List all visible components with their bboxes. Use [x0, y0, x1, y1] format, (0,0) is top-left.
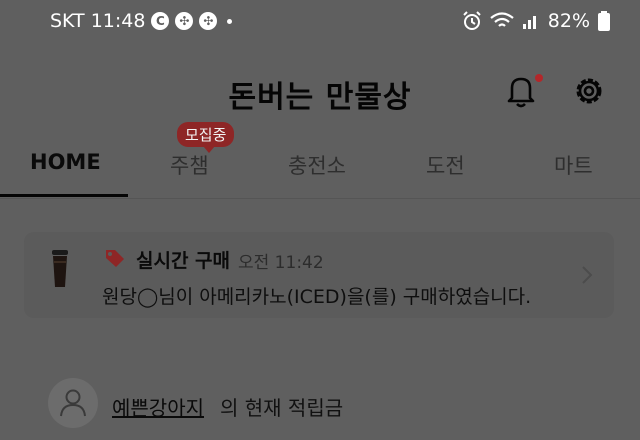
- app-title: 돈버는 만물상: [228, 80, 412, 115]
- tab-charging-station[interactable]: 충전소: [288, 150, 346, 180]
- c-icon: C: [151, 12, 170, 30]
- realtime-title: 실시간 구매: [136, 250, 231, 272]
- status-bar: SKT 11:48 C ✣ ✣ 82%: [0, 0, 640, 44]
- tab-bar: HOME 주챔 충전소 도전 마트: [0, 136, 640, 199]
- signal-icon: [522, 16, 536, 29]
- price-tag-icon: [106, 250, 124, 267]
- realtime-time: 오전 11:42: [238, 253, 324, 273]
- notification-bell-icon[interactable]: [506, 74, 536, 108]
- tab-mart[interactable]: 마트: [554, 150, 593, 180]
- points-row: 예쁜강아지 의 현재 적립금: [48, 378, 608, 430]
- status-right: 82%: [462, 10, 610, 32]
- avatar[interactable]: [48, 378, 98, 428]
- tab-home[interactable]: HOME: [30, 150, 101, 174]
- user-icon: [60, 389, 86, 417]
- tab-jucham[interactable]: 주챔: [170, 150, 209, 180]
- alarm-icon: [463, 11, 481, 30]
- wifi-icon: [490, 12, 514, 27]
- notification-badge: [535, 74, 543, 82]
- carrier-time: SKT 11:48: [50, 10, 146, 32]
- chevron-right-icon[interactable]: [580, 264, 594, 286]
- notification-dot-icon: [227, 18, 233, 24]
- tab-challenge[interactable]: 도전: [426, 150, 465, 180]
- active-tab-indicator: [0, 194, 128, 197]
- realtime-message: 원당◯님이 아메리카노(ICED)을(를) 구매하였습니다.: [102, 286, 532, 308]
- battery-percent: 82%: [547, 10, 590, 32]
- pinwheel-icon: ✣: [175, 12, 194, 30]
- settings-gear-icon[interactable]: [572, 74, 606, 108]
- realtime-purchase-card[interactable]: 실시간 구매 오전 11:42 원당◯님이 아메리카노(ICED)을(를) 구매…: [24, 232, 614, 318]
- user-nickname-link[interactable]: 예쁜강아지: [112, 392, 204, 421]
- app-header: 돈버는 만물상: [0, 60, 640, 120]
- battery-icon: [598, 11, 610, 31]
- status-left: SKT 11:48 C ✣ ✣: [50, 10, 233, 32]
- pinwheel-icon: ✣: [199, 12, 218, 30]
- iced-coffee-icon: [52, 250, 68, 287]
- points-label: 의 현재 적립금: [220, 396, 344, 420]
